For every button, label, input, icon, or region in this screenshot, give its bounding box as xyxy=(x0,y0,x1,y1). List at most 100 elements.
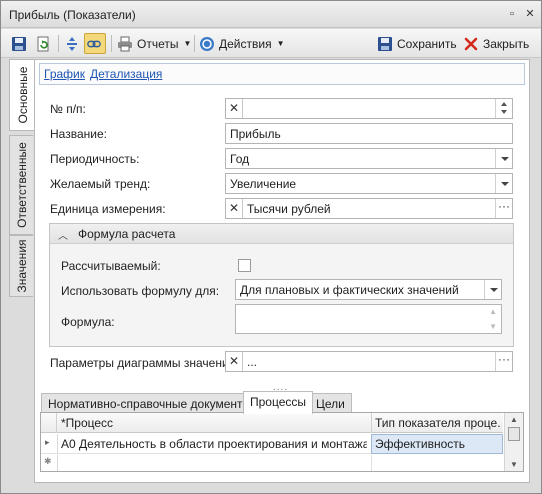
expand-arrows-icon xyxy=(67,36,77,51)
spin-arrows-icon[interactable] xyxy=(495,99,512,118)
save-label: Сохранить xyxy=(397,36,457,51)
formula-group-title: Формула расчета xyxy=(78,227,176,241)
tab-processes-label: Процессы xyxy=(250,395,307,409)
trend-value: Увеличение xyxy=(230,177,297,191)
chart-link[interactable]: График xyxy=(44,67,85,81)
type-cell[interactable]: Эффективность xyxy=(375,437,501,451)
link-bar: График Детализация xyxy=(39,63,525,85)
chain-link-icon xyxy=(87,40,101,47)
row-header-corner xyxy=(41,413,57,433)
number-stepper[interactable]: ✕ xyxy=(225,98,513,119)
close-window-icon[interactable]: ✕ xyxy=(523,7,537,21)
grid-scrollbar[interactable]: ▲ ▼ xyxy=(504,413,523,471)
tab-values[interactable]: Значения xyxy=(9,235,33,297)
actions-globe-icon xyxy=(200,36,214,51)
scroll-down-icon[interactable]: ▼ xyxy=(510,460,518,469)
chevron-down-icon[interactable] xyxy=(495,174,512,193)
tab-goals-label: Цели xyxy=(316,397,345,411)
tab-normative-docs[interactable]: Нормативно-справочные документы xyxy=(41,393,259,413)
table-row[interactable]: ▸ А0 Деятельность в области проектирован… xyxy=(41,434,503,454)
name-field[interactable]: Прибыль xyxy=(225,123,513,144)
title-bar: Прибыль (Показатели) ▫ ✕ xyxy=(1,1,541,28)
red-x-icon xyxy=(464,37,478,50)
column-header-process[interactable]: *Процесс xyxy=(61,416,367,430)
formula-textarea[interactable]: ▲ ▼ xyxy=(235,304,502,334)
process-cell[interactable]: А0 Деятельность в области проектирования… xyxy=(61,437,367,451)
scroll-up-icon[interactable]: ▲ xyxy=(489,307,497,316)
minimize-icon[interactable]: ▫ xyxy=(505,7,519,21)
formula-label: Формула: xyxy=(61,315,115,329)
clear-icon[interactable]: ✕ xyxy=(226,352,243,371)
formula-group-header[interactable]: ︿ Формула расчета xyxy=(50,224,513,244)
main-panel: График Детализация № п/п: ✕ Название: Пр… xyxy=(34,59,530,483)
tab-processes[interactable]: Процессы xyxy=(243,391,314,414)
toolbar-separator xyxy=(194,35,195,52)
tab-main[interactable]: Основные xyxy=(9,59,35,131)
bottom-tab-strip: Нормативно-справочные документы Процессы… xyxy=(41,391,525,414)
row-header-divider xyxy=(57,434,58,454)
window-title: Прибыль (Показатели) xyxy=(9,8,136,22)
diagram-params-value: ... xyxy=(247,355,258,369)
use-formula-value: Для плановых и фактических значений xyxy=(240,283,459,297)
close-button[interactable]: Закрыть xyxy=(463,33,529,54)
name-value: Прибыль xyxy=(230,127,281,141)
row-indicator-icon: ▸ xyxy=(45,437,50,447)
clear-icon[interactable]: ✕ xyxy=(226,199,243,218)
periodicity-label: Периодичность: xyxy=(50,152,140,166)
floppy-icon xyxy=(12,36,26,51)
diagram-params-field[interactable]: ✕ ... ··· xyxy=(225,351,513,372)
processes-grid: *Процесс Тип показателя проце... ▸ А0 Де… xyxy=(40,412,524,472)
toolbar-separator xyxy=(58,35,59,52)
toolbar: Отчеты ▼ Действия ▼ Сохранить Закрыть xyxy=(1,29,541,58)
tab-goals[interactable]: Цели xyxy=(309,393,352,413)
printer-icon xyxy=(118,36,132,51)
chevron-down-icon[interactable] xyxy=(495,149,512,168)
details-link[interactable]: Детализация xyxy=(90,67,162,81)
name-label: Название: xyxy=(50,127,107,141)
new-row-icon: ✱ xyxy=(44,456,52,466)
column-divider xyxy=(371,413,372,433)
reports-menu-button[interactable]: Отчеты ▼ xyxy=(117,33,191,54)
save-icon-button[interactable] xyxy=(11,33,31,54)
unit-label: Единица измерения: xyxy=(50,202,166,216)
periodicity-select[interactable]: Год xyxy=(225,148,513,169)
column-header-type[interactable]: Тип показателя проце... xyxy=(375,416,501,430)
link-toggle-button[interactable] xyxy=(84,33,106,54)
scroll-thumb[interactable] xyxy=(508,427,520,441)
diagram-params-label: Параметры диаграммы значений: xyxy=(50,356,239,370)
actions-label: Действия xyxy=(219,36,272,51)
tab-normative-docs-label: Нормативно-справочные документы xyxy=(48,397,252,411)
reports-label: Отчеты xyxy=(137,36,179,51)
actions-menu-button[interactable]: Действия ▼ xyxy=(199,33,285,54)
chevron-down-icon[interactable] xyxy=(484,280,501,299)
toolbar-separator xyxy=(111,35,112,52)
refresh-button[interactable] xyxy=(35,33,55,54)
save-button[interactable]: Сохранить xyxy=(377,33,457,54)
scroll-up-icon[interactable]: ▲ xyxy=(510,415,518,424)
use-formula-label: Использовать формулу для: xyxy=(61,284,220,298)
calculated-checkbox[interactable] xyxy=(238,259,251,272)
trend-select[interactable]: Увеличение xyxy=(225,173,513,194)
chevron-down-icon: ▼ xyxy=(183,39,192,48)
expand-button[interactable] xyxy=(64,33,84,54)
column-divider xyxy=(371,455,372,471)
new-row[interactable]: ✱ xyxy=(41,455,503,471)
unit-lookup[interactable]: ✕ Тысячи рублей ··· xyxy=(225,198,513,219)
ellipsis-icon[interactable]: ··· xyxy=(495,199,512,218)
ellipsis-icon[interactable]: ··· xyxy=(495,352,512,371)
calculated-label: Рассчитываемый: xyxy=(61,259,161,273)
tab-responsible[interactable]: Ответственные xyxy=(9,135,33,235)
clear-icon[interactable]: ✕ xyxy=(226,99,243,118)
floppy-icon xyxy=(378,36,392,51)
tab-responsible-label: Ответственные xyxy=(14,142,29,228)
number-label: № п/п: xyxy=(50,102,86,116)
scroll-down-icon[interactable]: ▼ xyxy=(489,322,497,331)
document-refresh-icon xyxy=(37,36,49,51)
chevron-down-icon: ▼ xyxy=(276,39,285,48)
tab-main-label: Основные xyxy=(15,66,30,124)
tab-values-label: Значения xyxy=(14,239,29,293)
collapse-chevron-icon[interactable]: ︿ xyxy=(58,227,68,242)
use-formula-select[interactable]: Для плановых и фактических значений xyxy=(235,279,502,300)
side-tab-strip: Основные Ответственные Значения xyxy=(9,59,35,479)
unit-value: Тысячи рублей xyxy=(247,202,331,216)
